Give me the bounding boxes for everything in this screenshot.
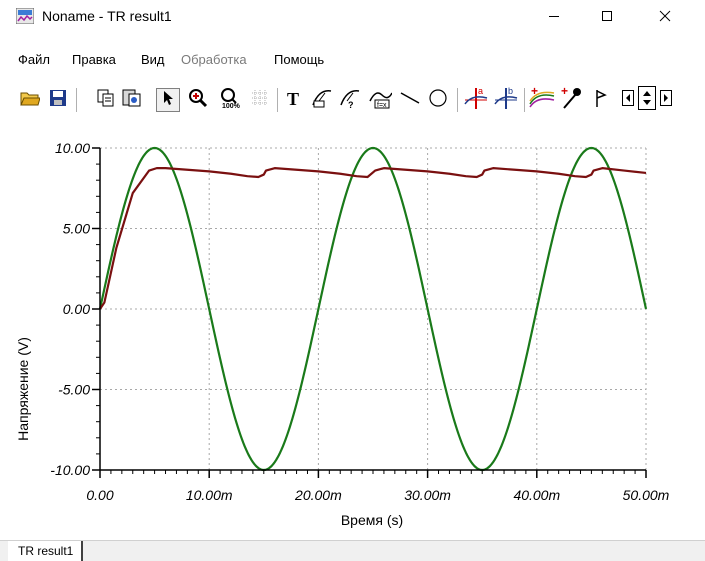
toolbar-separator (457, 88, 458, 112)
y-tick-label: -10.00 (50, 462, 90, 478)
menu-file[interactable]: Файл (18, 52, 50, 67)
tab-label: TR result1 (18, 544, 74, 558)
maximize-icon (601, 10, 613, 22)
open-button[interactable] (18, 88, 42, 112)
copy-clipboard-button[interactable] (120, 88, 144, 112)
scroll-right-icon (660, 89, 672, 111)
svg-text:T: T (287, 89, 299, 107)
y-axis-label: Напряжение (V) (15, 337, 31, 441)
flag-icon (593, 88, 611, 113)
curve-label-icon (311, 87, 333, 114)
menu-bar: Файл Правка Вид Обработка Помощь (0, 52, 705, 72)
grid-icon (251, 89, 269, 112)
zoom-in-button[interactable] (186, 88, 210, 112)
scroll-right-button[interactable] (658, 88, 674, 112)
toolbar-separator (524, 88, 525, 112)
svg-text:f=x: f=x (377, 102, 387, 109)
color-picker-icon: + (560, 84, 584, 115)
cursor-a-icon: a (464, 86, 488, 115)
chart[interactable]: 10.00 5.00 0.00 -5.00 -10.00 0.00 10.00m 20.00m… (0, 128, 705, 536)
x-tick-label: 40.00m (513, 487, 560, 503)
x-tick-label: 30.00m (404, 487, 451, 503)
ellipse-tool-icon (428, 88, 448, 113)
open-folder-icon (20, 89, 41, 112)
scroll-left-button[interactable] (620, 88, 636, 112)
ellipse-tool-button[interactable] (426, 88, 450, 112)
zoom-in-icon (188, 88, 208, 113)
title-bar[interactable]: Noname - TR result1 (0, 0, 705, 32)
cursor-a-button[interactable]: a (464, 86, 488, 115)
series-line (99, 167, 647, 310)
add-curve-button[interactable]: + (529, 84, 555, 115)
minimize-button[interactable] (531, 0, 577, 32)
app-window: Noname - TR result1 Файл Правка Вид Обра… (0, 0, 705, 561)
copy-icon (97, 89, 115, 112)
curve-function-button[interactable]: f=x (368, 87, 393, 114)
maximize-button[interactable] (584, 0, 630, 32)
ticks: 10.00 5.00 0.00 -5.00 -10.00 0.00 10.00m 20.00m… (50, 140, 669, 503)
curve-label-button[interactable] (310, 88, 334, 112)
grid-button[interactable] (248, 88, 272, 112)
svg-text:+: + (561, 86, 568, 98)
x-tick-label: 10.00m (186, 487, 233, 503)
scroll-updown-button[interactable] (636, 85, 658, 115)
close-button[interactable] (642, 0, 688, 32)
line-tool-icon (400, 89, 420, 112)
copy-button[interactable] (94, 88, 118, 112)
save-button[interactable] (46, 88, 70, 112)
cursor-b-icon: b (494, 86, 518, 115)
menu-edit[interactable]: Правка (72, 52, 116, 67)
y-tick-label: 0.00 (63, 301, 90, 317)
scroll-updown-icon (638, 85, 656, 115)
toolbar: 100% T ? f=x a b + + (14, 84, 694, 120)
y-tick-label: -5.00 (58, 382, 90, 398)
x-tick-label: 50.00m (623, 487, 670, 503)
x-axis-label: Время (s) (341, 512, 403, 528)
text-tool-icon: T (285, 89, 303, 112)
tab-tr-result1[interactable]: TR result1 (8, 541, 84, 561)
pointer-icon (162, 90, 174, 111)
x-tick-label: 20.00m (294, 487, 342, 503)
pointer-button[interactable] (156, 88, 180, 112)
color-picker-button[interactable]: + (560, 84, 584, 115)
line-tool-button[interactable] (398, 88, 422, 112)
zoom-100-icon: 100% (219, 87, 241, 114)
y-tick-label: 5.00 (63, 221, 90, 237)
flag-button[interactable] (590, 88, 614, 112)
zoom-100-button[interactable]: 100% (218, 87, 242, 114)
svg-text:b: b (508, 86, 513, 96)
curve-function-icon: f=x (368, 87, 393, 114)
curve-info-icon: ? (339, 87, 361, 114)
y-tick-label: 10.00 (55, 140, 90, 156)
menu-help[interactable]: Помощь (274, 52, 324, 67)
menu-view[interactable]: Вид (141, 52, 165, 67)
window-title: Noname - TR result1 (42, 8, 172, 24)
svg-text:100%: 100% (222, 103, 241, 109)
x-tick-label: 0.00 (86, 487, 113, 503)
toolbar-separator (277, 88, 278, 112)
tab-bar: TR result1 (0, 540, 705, 561)
close-icon (659, 10, 671, 22)
save-icon (49, 89, 67, 112)
app-icon (15, 7, 35, 25)
curve-info-button[interactable]: ? (338, 88, 362, 112)
toolbar-separator (76, 88, 77, 112)
svg-text:?: ? (348, 100, 354, 109)
copy-to-clipboard-icon (122, 88, 142, 113)
minimize-icon (548, 10, 560, 22)
cursor-b-button[interactable]: b (494, 86, 518, 115)
scroll-left-icon (622, 89, 634, 111)
text-tool-button[interactable]: T (282, 88, 306, 112)
add-curve-icon: + (529, 84, 555, 115)
menu-processing[interactable]: Обработка (181, 52, 247, 67)
svg-text:a: a (478, 86, 483, 96)
svg-text:+: + (531, 86, 538, 98)
